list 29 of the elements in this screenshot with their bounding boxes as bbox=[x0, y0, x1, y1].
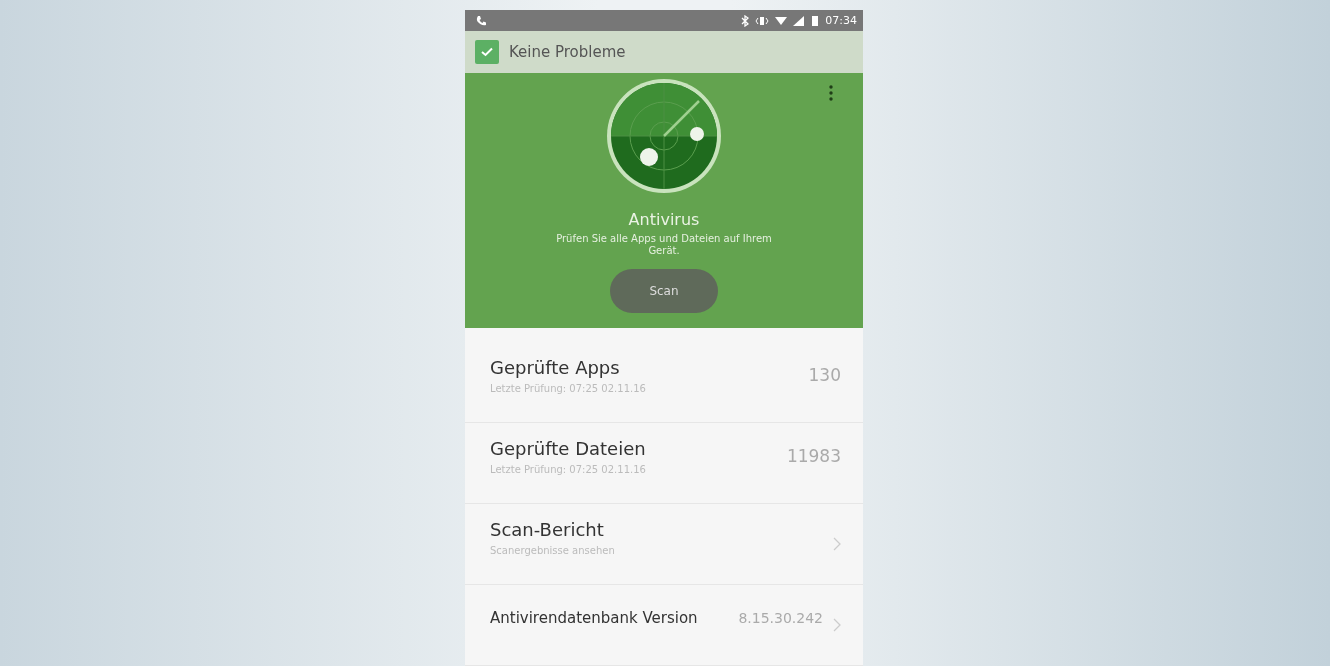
item-value: 11983 bbox=[786, 446, 841, 466]
item-subtitle: Scanergebnisse ansehen bbox=[490, 544, 616, 556]
more-menu-icon[interactable] bbox=[827, 82, 835, 103]
clock-time: 07:34 bbox=[825, 14, 857, 28]
scan-button[interactable]: Scan bbox=[610, 268, 718, 313]
hero-description: Prüfen Sie alle Apps und Dateien auf Ihrem Gerät. bbox=[555, 232, 773, 257]
item-title: Geprüfte Apps bbox=[490, 356, 621, 378]
bluetooth-icon bbox=[741, 14, 750, 27]
item-subtitle: Letzte Prüfung: 07:25 02.11.16 bbox=[490, 463, 647, 475]
item-title: Antivirendatenbank Version bbox=[490, 609, 699, 627]
status-text: Keine Probleme bbox=[509, 43, 626, 62]
vibrate-icon bbox=[755, 14, 770, 27]
list-item[interactable]: Geprüfte Apps Letzte Prüfung: 07:25 02.11.16 130 bbox=[465, 342, 863, 423]
signal-icon bbox=[793, 14, 806, 27]
checkmark-icon bbox=[481, 47, 493, 58]
hero-title: Antivirus bbox=[628, 209, 700, 229]
chevron-right-icon bbox=[833, 537, 841, 551]
item-value: 130 bbox=[808, 365, 841, 385]
phone-call-icon bbox=[475, 14, 487, 27]
list-item[interactable]: Scan-Bericht Scanergebnisse ansehen bbox=[465, 504, 863, 585]
chevron-right-icon bbox=[833, 618, 841, 632]
item-title: Scan-Bericht bbox=[490, 518, 605, 540]
wifi-icon bbox=[775, 14, 788, 27]
item-subtitle: Letzte Prüfung: 07:25 02.11.16 bbox=[490, 382, 647, 394]
item-title: Geprüfte Dateien bbox=[490, 437, 647, 459]
list-item[interactable]: Antivirendatenbank Version 8.15.30.242 bbox=[465, 585, 863, 666]
list-item[interactable]: Geprüfte Dateien Letzte Prüfung: 07:25 02.11.16 11983 bbox=[465, 423, 863, 504]
item-value: 8.15.30.242 bbox=[738, 610, 823, 626]
battery-icon bbox=[811, 14, 820, 27]
